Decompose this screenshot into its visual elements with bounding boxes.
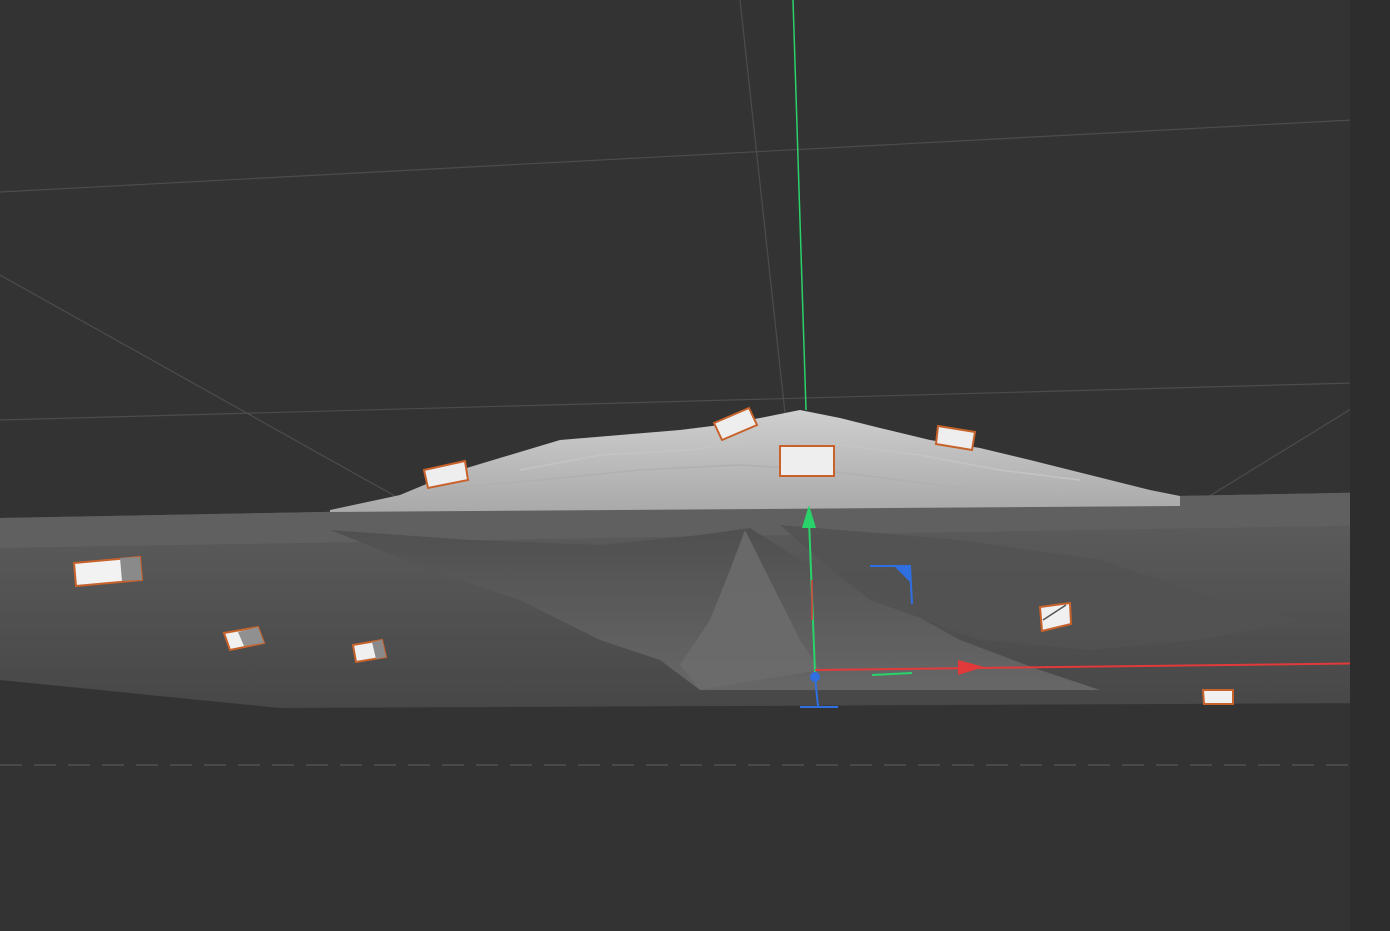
move-z-handle-icon[interactable]: [810, 672, 820, 682]
ground-plane: [0, 492, 1390, 708]
y-axis-line: [792, 0, 807, 411]
camera-icon[interactable]: [72, 555, 144, 588]
side-panel-edge: [1350, 0, 1390, 931]
camera-icon[interactable]: [1201, 689, 1234, 705]
scene-canvas[interactable]: [0, 0, 1390, 931]
camera-icon[interactable]: [779, 445, 835, 477]
3d-viewport[interactable]: [0, 0, 1390, 931]
camera-icon[interactable]: [351, 638, 388, 664]
